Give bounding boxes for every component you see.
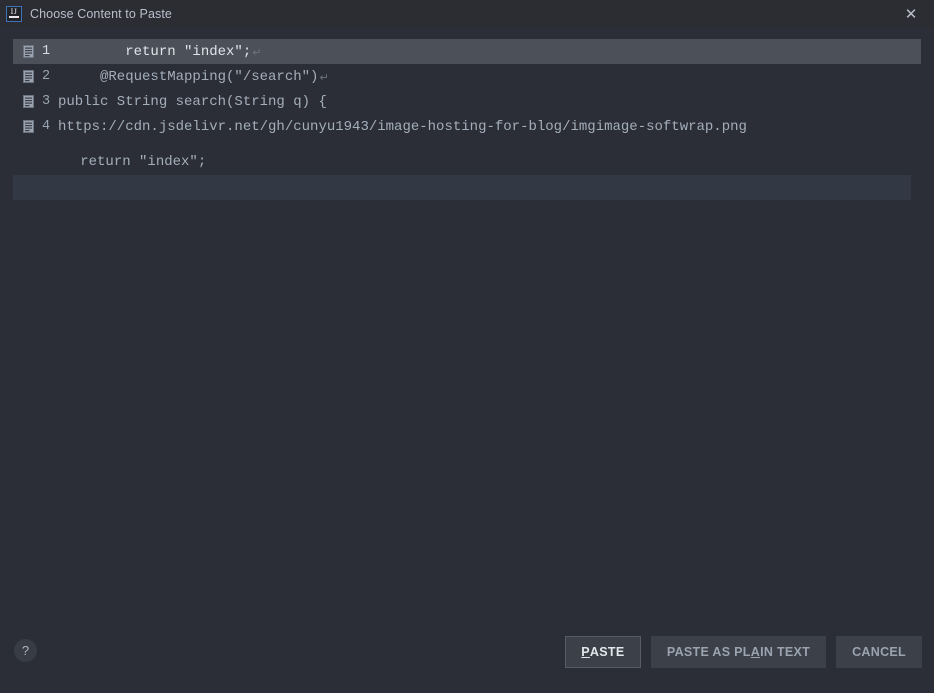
- list-item[interactable]: 4 https://cdn.jsdelivr.net/gh/cunyu1943/…: [13, 114, 921, 139]
- list-item-index: 4: [42, 119, 58, 134]
- list-item[interactable]: 2 @RequestMapping("/search") ↵: [13, 64, 921, 89]
- dialog-title-bar: IJ Choose Content to Paste ✕: [0, 0, 934, 28]
- cancel-button[interactable]: CANCEL: [836, 636, 922, 668]
- list-item-text: return "index";: [58, 44, 251, 60]
- clipboard-document-icon: [23, 70, 34, 83]
- dialog-button-row: PASTE PASTE AS PLAIN TEXT CANCEL: [565, 636, 922, 668]
- paste-preview-pane[interactable]: return "index";: [13, 150, 911, 620]
- help-button[interactable]: ?: [14, 639, 37, 662]
- dialog-footer: ? PASTE PASTE AS PLAIN TEXT CANCEL: [0, 627, 934, 693]
- paste-plain-label-before: PASTE AS PL: [667, 645, 751, 659]
- clipboard-entry-list[interactable]: 1 return "index"; ↵ 2 @RequestMapping("/…: [13, 39, 921, 139]
- paste-button-mnemonic: P: [581, 645, 590, 659]
- clipboard-document-icon: [23, 95, 34, 108]
- list-item[interactable]: 1 return "index"; ↵: [13, 39, 921, 64]
- app-icon-letters: IJ: [7, 7, 21, 16]
- return-arrow-icon: ↵: [252, 46, 261, 59]
- list-item-index: 1: [42, 44, 58, 59]
- cancel-button-label: CANCEL: [852, 645, 906, 659]
- app-icon-underline: [9, 16, 19, 18]
- dialog-title: Choose Content to Paste: [30, 7, 172, 21]
- paste-as-plain-text-button[interactable]: PASTE AS PLAIN TEXT: [651, 636, 826, 668]
- paste-plain-label-after: IN TEXT: [760, 645, 810, 659]
- clipboard-document-icon: [23, 120, 34, 133]
- list-item-text: public String search(String q) {: [58, 94, 327, 110]
- paste-button-label-after: ASTE: [590, 645, 625, 659]
- clipboard-document-icon: [23, 45, 34, 58]
- close-icon[interactable]: ✕: [888, 0, 934, 28]
- preview-caret-line: [13, 175, 911, 200]
- preview-line: return "index";: [13, 150, 911, 175]
- return-arrow-icon: ↵: [319, 71, 328, 84]
- list-item[interactable]: 3 public String search(String q) {: [13, 89, 921, 114]
- intellij-idea-icon: IJ: [6, 6, 22, 22]
- list-item-text: @RequestMapping("/search"): [58, 69, 318, 85]
- paste-button[interactable]: PASTE: [565, 636, 641, 668]
- list-item-index: 3: [42, 94, 58, 109]
- paste-plain-mnemonic: A: [751, 645, 760, 659]
- list-item-text: https://cdn.jsdelivr.net/gh/cunyu1943/im…: [58, 119, 747, 135]
- list-item-index: 2: [42, 69, 58, 84]
